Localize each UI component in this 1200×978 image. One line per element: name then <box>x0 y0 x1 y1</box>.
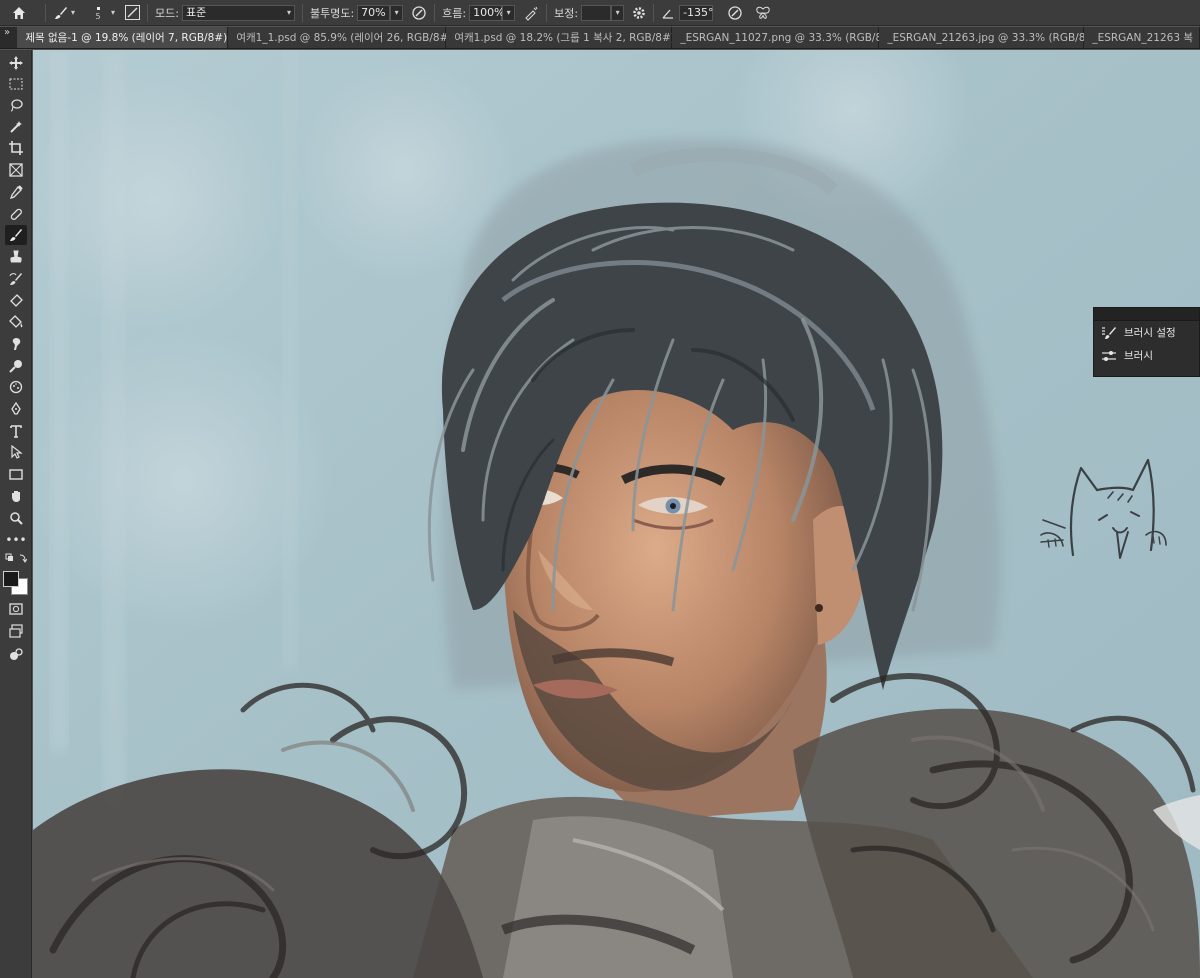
lasso-icon[interactable] <box>5 95 27 115</box>
brush-icon[interactable] <box>5 225 27 245</box>
artwork-painting <box>33 50 1200 978</box>
marquee-icon[interactable] <box>5 74 27 94</box>
smoothing-slider-toggle[interactable]: ▾ <box>611 4 625 21</box>
zoom-icon[interactable] <box>5 508 27 528</box>
document-tabs: » 제목 없음-1 @ 19.8% (레이어 7, RGB/8#) * × 여캐… <box>0 27 1200 49</box>
quick-mask-icon[interactable] <box>5 599 27 619</box>
opacity-input[interactable]: 70% <box>357 4 391 21</box>
panel-item-label: 브러시 <box>1124 350 1153 362</box>
panel-item-brushes[interactable]: 브러시 <box>1094 344 1199 367</box>
tab-label: 여캐1.psd @ 18.2% (그룹 1 복사 2, RGB/8#) * <box>454 32 684 44</box>
brush-angle-input[interactable]: -135° <box>679 4 714 21</box>
tools-panel: ••• <box>0 50 32 978</box>
brush-settings-icon <box>1101 326 1117 340</box>
tab-document-5[interactable]: _ESRGAN_21263.jpg @ 33.3% (RGB/8#) × <box>879 27 1114 48</box>
divider <box>653 3 655 22</box>
stamp-icon[interactable] <box>5 247 27 267</box>
panel-header[interactable] <box>1094 308 1199 321</box>
crop-icon[interactable] <box>5 138 27 158</box>
pressure-size-icon[interactable] <box>727 5 743 21</box>
color-swatches <box>3 569 31 595</box>
extra-tools-icon[interactable] <box>5 644 27 664</box>
divider <box>301 3 303 22</box>
dodge-icon[interactable] <box>5 356 27 376</box>
tab-label: _ESRGAN_21263.jpg @ 33.3% (RGB/8#) <box>887 31 1099 44</box>
opacity-slider-toggle[interactable]: ▾ <box>390 4 404 21</box>
smoothing-input[interactable] <box>581 4 612 21</box>
tab-label: _ESRGAN_11027.png @ 33.3% (RGB/8#) <box>680 31 896 44</box>
brush-preset-picker[interactable]: ▾ <box>53 0 75 26</box>
blend-mode-value: 표준 <box>185 5 207 19</box>
tab-document-3[interactable]: 여캐1.psd @ 18.2% (그룹 1 복사 2, RGB/8#) * × <box>446 27 699 48</box>
chevron-down-icon: ▾ <box>615 7 620 17</box>
pen-icon[interactable] <box>5 399 27 419</box>
tab-document-4[interactable]: _ESRGAN_11027.png @ 33.3% (RGB/8#) × <box>672 27 910 48</box>
gear-icon[interactable] <box>632 6 646 20</box>
divider <box>45 3 46 22</box>
eyedropper-icon[interactable] <box>5 182 27 202</box>
magic-wand-icon[interactable] <box>5 117 27 137</box>
hand-icon[interactable] <box>5 486 27 506</box>
brush-icon <box>53 5 69 21</box>
angle-icon <box>661 6 675 20</box>
path-select-icon[interactable] <box>5 442 27 462</box>
flow-slider-toggle[interactable]: ▾ <box>502 4 516 21</box>
home-icon[interactable] <box>11 5 27 21</box>
healing-brush-icon[interactable] <box>5 204 27 224</box>
chevron-down-icon: ▾ <box>506 7 511 17</box>
brushes-icon <box>1101 349 1117 363</box>
rectangle-icon[interactable] <box>5 464 27 484</box>
divider <box>546 3 548 22</box>
flow-input[interactable]: 100% <box>469 4 505 21</box>
eraser-icon[interactable] <box>5 290 27 310</box>
symmetry-butterfly-icon[interactable] <box>755 5 771 21</box>
chevron-down-icon: ▾ <box>71 8 76 17</box>
brush-size-preview[interactable]: 5 <box>87 0 109 26</box>
more-tools-icon[interactable]: ••• <box>5 530 27 550</box>
chevron-down-icon: ▾ <box>394 7 399 17</box>
frame-icon[interactable] <box>5 160 27 180</box>
paint-bucket-icon[interactable] <box>5 312 27 332</box>
options-bar: ▾ 5 ▾ 모드: 표준 ▾ 불투명도: 70% ▾ 흐름: 100% ▾ 보정… <box>0 0 1200 26</box>
opacity-label: 불투명도: <box>309 6 355 20</box>
chevron-down-icon[interactable]: ▾ <box>111 8 115 17</box>
chevron-down-icon: ▾ <box>286 7 291 17</box>
tab-label: _ESRGAN_21263 복 <box>1092 32 1193 44</box>
divider <box>147 3 149 22</box>
smudge-icon[interactable] <box>5 334 27 354</box>
mode-label: 모드: <box>155 6 179 20</box>
sponge-icon[interactable] <box>5 377 27 397</box>
tab-document-2[interactable]: 여캐1_1.psd @ 85.9% (레이어 26, RGB/8#) × <box>228 27 468 48</box>
history-brush-icon[interactable] <box>5 269 27 289</box>
foreground-color-swatch[interactable] <box>3 571 19 587</box>
move-icon[interactable] <box>5 53 27 73</box>
swap-colors-icon[interactable] <box>5 552 27 566</box>
screen-mode-icon[interactable] <box>5 621 27 641</box>
pressure-opacity-icon[interactable] <box>411 5 427 21</box>
panel-item-label: 브러시 설정 <box>1124 327 1176 339</box>
divider <box>434 3 436 22</box>
panel-item-brush-settings[interactable]: 브러시 설정 <box>1094 321 1199 344</box>
brush-panel-dock: 브러시 설정 브러시 <box>1093 307 1200 377</box>
tab-label: 여캐1_1.psd @ 85.9% (레이어 26, RGB/8#) <box>236 32 453 44</box>
expand-toolbar-icon[interactable]: » <box>0 27 17 48</box>
type-icon[interactable] <box>5 421 27 441</box>
brush-size-value: 5 <box>95 11 101 21</box>
tab-label: 제목 없음-1 @ 19.8% (레이어 7, RGB/8#) * <box>25 32 236 44</box>
airbrush-icon[interactable] <box>523 5 539 21</box>
document-canvas[interactable] <box>33 50 1200 978</box>
smoothing-label: 보정: <box>554 6 579 20</box>
flow-label: 흐름: <box>442 6 467 20</box>
tab-document-6[interactable]: _ESRGAN_21263 복 <box>1084 27 1200 48</box>
tab-document-1[interactable]: 제목 없음-1 @ 19.8% (레이어 7, RGB/8#) * × <box>17 27 251 48</box>
blend-mode-select[interactable]: 표준 ▾ <box>181 4 295 21</box>
brush-panel-toggle-icon[interactable] <box>125 5 141 20</box>
brush-tip-dot <box>96 6 100 10</box>
